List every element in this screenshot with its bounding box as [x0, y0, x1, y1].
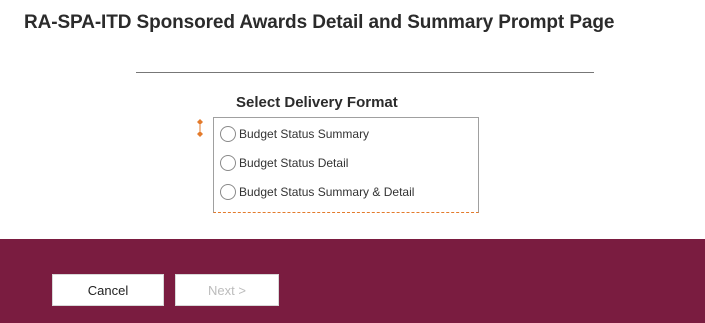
- radio-label-budget-status-summary: Budget Status Summary: [239, 127, 370, 141]
- radio-button-budget-status-summary-and-detail[interactable]: [220, 184, 236, 200]
- radio-label-budget-status-detail: Budget Status Detail: [239, 156, 349, 170]
- radio-button-budget-status-summary[interactable]: [220, 126, 236, 142]
- required-indicator-icon: [197, 119, 203, 137]
- cancel-button[interactable]: Cancel: [52, 274, 164, 306]
- radio-button-budget-status-detail[interactable]: [220, 155, 236, 171]
- next-button: Next >: [175, 274, 279, 306]
- radio-option-budget-status-detail[interactable]: Budget Status Detail: [220, 152, 348, 174]
- footer-button-bar: Cancel Next >: [0, 239, 705, 323]
- delivery-format-heading: Select Delivery Format: [236, 94, 398, 111]
- radio-option-budget-status-summary[interactable]: Budget Status Summary: [220, 123, 369, 145]
- page-title: RA-SPA-ITD Sponsored Awards Detail and S…: [24, 12, 615, 33]
- delivery-format-radio-group: Budget Status Summary Budget Status Deta…: [213, 117, 479, 213]
- radio-label-budget-status-summary-and-detail: Budget Status Summary & Detail: [239, 185, 415, 199]
- title-divider: [136, 72, 594, 73]
- radio-option-budget-status-summary-and-detail[interactable]: Budget Status Summary & Detail: [220, 181, 414, 203]
